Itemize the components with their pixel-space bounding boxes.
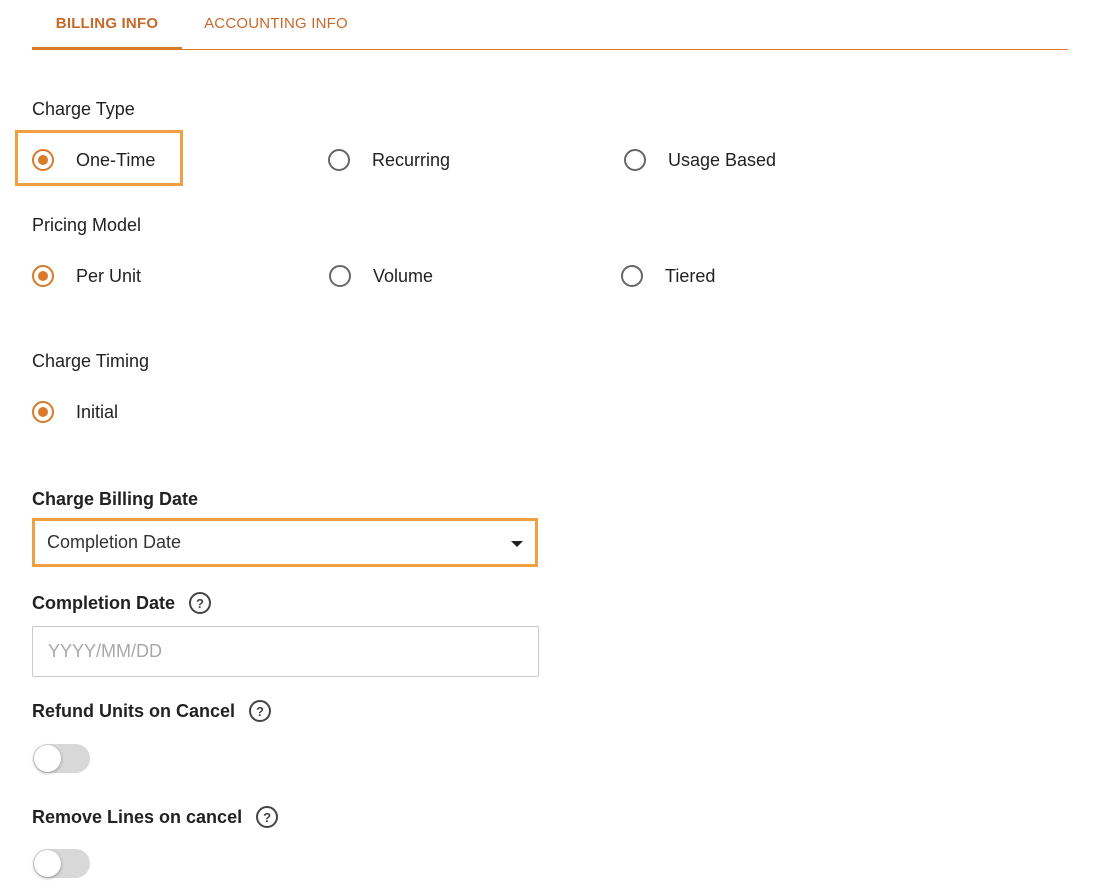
radio-usage-based[interactable]: Usage Based (624, 145, 776, 175)
radio-label: Per Unit (76, 265, 142, 286)
radio-unchecked-icon (621, 265, 643, 287)
radio-initial[interactable]: Initial (32, 397, 118, 427)
charge-timing-label: Charge Timing (32, 351, 150, 371)
radio-checked-icon (32, 149, 54, 171)
refund-units-label: Refund Units on Cancel (32, 700, 236, 721)
radio-recurring[interactable]: Recurring (328, 145, 450, 175)
remove-lines-label: Remove Lines on cancel (32, 806, 243, 827)
tab-accounting-info[interactable]: ACCOUNTING INFO (198, 0, 354, 49)
tab-billing-info[interactable]: BILLING INFO (32, 0, 182, 50)
radio-unchecked-icon (624, 149, 646, 171)
charge-billing-date-label: Charge Billing Date (32, 489, 199, 509)
radio-volume[interactable]: Volume (329, 261, 433, 291)
remove-lines-toggle[interactable] (33, 849, 90, 878)
radio-label: Tiered (665, 265, 716, 286)
radio-one-time[interactable]: One-Time (32, 145, 155, 175)
radio-label: Recurring (372, 149, 451, 170)
radio-unchecked-icon (328, 149, 350, 171)
help-icon[interactable]: ? (256, 806, 279, 828)
radio-checked-icon (32, 265, 54, 287)
charge-type-label: Charge Type (32, 99, 135, 119)
radio-label: Usage Based (668, 149, 777, 170)
remove-lines-label-row: Remove Lines on cancel ? (32, 806, 279, 828)
radio-tiered[interactable]: Tiered (621, 261, 715, 291)
radio-label: Volume (373, 265, 434, 286)
radio-unchecked-icon (329, 265, 351, 287)
completion-date-label-row: Completion Date ? (32, 592, 212, 614)
completion-date-label: Completion Date (32, 592, 176, 613)
help-icon[interactable]: ? (249, 700, 272, 722)
charge-billing-date-select[interactable]: Completion Date (32, 518, 538, 567)
radio-checked-icon (32, 401, 54, 423)
toggle-knob (34, 745, 61, 772)
tab-bar: BILLING INFO ACCOUNTING INFO (32, 0, 1068, 50)
toggle-knob (34, 850, 61, 877)
refund-units-label-row: Refund Units on Cancel ? (32, 700, 272, 722)
pricing-model-label: Pricing Model (32, 215, 142, 235)
radio-per-unit[interactable]: Per Unit (32, 261, 141, 291)
caret-down-icon (511, 541, 523, 547)
radio-label: Initial (76, 401, 119, 422)
select-value: Completion Date (47, 532, 182, 552)
radio-label: One-Time (76, 149, 156, 170)
help-icon[interactable]: ? (189, 592, 212, 614)
completion-date-input[interactable] (32, 626, 539, 677)
refund-units-toggle[interactable] (33, 744, 90, 773)
